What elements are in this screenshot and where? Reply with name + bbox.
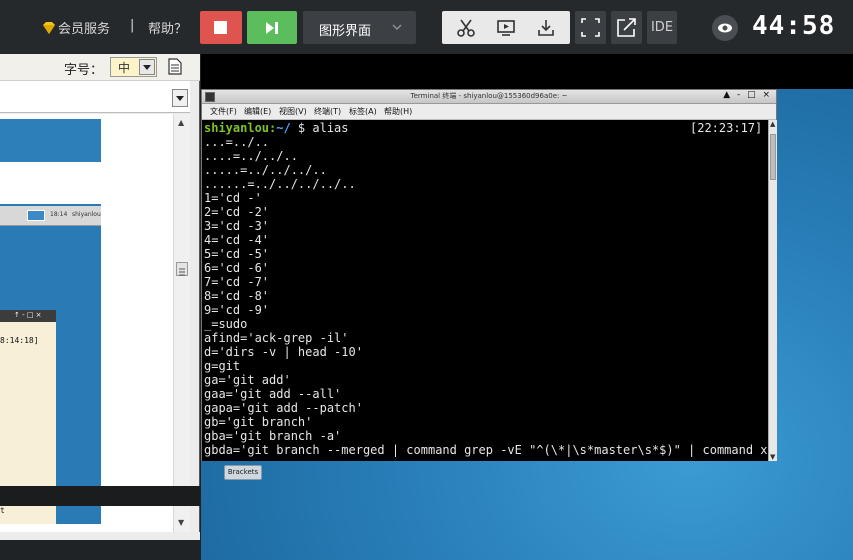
- screenshot-terminal-titlebar: ↑ - □ ×: [0, 310, 56, 322]
- screenshot-window-controls: ↑ - □ ×: [14, 311, 42, 319]
- screenshot-clock: 18:14: [50, 211, 68, 218]
- prompt-time: [22:23:17]: [690, 121, 763, 135]
- fullscreen-button[interactable]: [575, 11, 606, 44]
- document-icon[interactable]: [168, 58, 182, 75]
- menu-edit[interactable]: 编辑(E): [244, 106, 271, 117]
- document-content: 18:14 shiyanlou 8:14:18] t ↑ - □ ×: [0, 114, 173, 532]
- terminal-line: 9='cd -9': [204, 303, 270, 317]
- terminal-title: Terminal 终端 - shiyanlou@155360d96a0e: ~: [410, 92, 568, 100]
- scroll-thumb[interactable]: [176, 262, 188, 276]
- stop-button[interactable]: [200, 11, 242, 44]
- screen-share-icon[interactable]: [496, 18, 516, 38]
- screenshot-terminal-time: 8:14:18]: [0, 336, 39, 345]
- member-service-link[interactable]: 会员服务: [42, 18, 110, 37]
- stop-icon: [214, 21, 227, 34]
- terminal-line: ......=../../../../..: [204, 177, 356, 191]
- menu-tabs[interactable]: 标签(A): [349, 106, 377, 117]
- scroll-up-icon[interactable]: ▲: [770, 120, 775, 128]
- document-toolbar: 字号： 中: [0, 54, 200, 81]
- scroll-thumb[interactable]: [770, 134, 776, 180]
- terminal-line: gb='git branch': [204, 415, 313, 429]
- chapter-select[interactable]: [0, 81, 190, 113]
- menu-help[interactable]: 帮助(H): [384, 106, 412, 117]
- terminal-line: 5='cd -5': [204, 247, 270, 261]
- eye-icon: [718, 23, 732, 33]
- external-link-icon: [617, 18, 636, 37]
- menu-view[interactable]: 视图(V): [279, 106, 307, 117]
- terminal-line: 1='cd -': [204, 191, 262, 205]
- font-size-label: 字号：: [64, 63, 104, 78]
- scroll-up-icon[interactable]: ▲: [178, 118, 184, 127]
- next-button[interactable]: [247, 11, 297, 44]
- terminal-line: gaa='git add --all': [204, 387, 342, 401]
- ide-button[interactable]: IDE: [647, 11, 677, 44]
- visibility-toggle[interactable]: [712, 15, 738, 41]
- terminal-line: 3='cd -3': [204, 219, 270, 233]
- prompt-line: shiyanlou:~/ $ alias: [204, 121, 349, 135]
- terminal-line: 4='cd -4': [204, 233, 270, 247]
- dropdown-arrow-icon: [172, 89, 188, 107]
- terminal-line: ga='git add': [204, 373, 291, 387]
- scroll-down-icon[interactable]: ▼: [178, 518, 184, 527]
- terminal-line: ...=../..: [204, 135, 270, 149]
- terminal-scrollbar[interactable]: ▲ ▼: [768, 120, 777, 461]
- document-bottom-margin: [0, 532, 200, 540]
- terminal-line: _=sudo: [204, 317, 248, 331]
- terminal-menubar: 文件(F) 编辑(E) 视图(V) 终端(T) 标签(A) 帮助(H): [202, 104, 776, 120]
- font-size-value: 中: [118, 61, 131, 75]
- prompt-user: shiyanlou:: [204, 121, 277, 135]
- terminal-line: 8='cd -8': [204, 289, 270, 303]
- view-mode-label: 图形界面: [319, 24, 372, 39]
- diamond-icon: [43, 21, 55, 34]
- clipboard-toolgroup: [442, 11, 570, 44]
- view-mode-select[interactable]: 图形界面: [303, 11, 416, 44]
- toolbar-separator: |: [130, 18, 135, 33]
- download-icon[interactable]: [536, 18, 556, 38]
- screenshot-terminal-text: t: [0, 506, 5, 515]
- document-scrollbar[interactable]: ▲ ▼: [173, 114, 190, 532]
- screenshot-user: shiyanlou: [72, 211, 101, 218]
- window-controls[interactable]: ▲ - □ ×: [723, 90, 772, 100]
- scissors-icon[interactable]: [456, 18, 476, 38]
- dropdown-arrow-icon: [139, 59, 155, 75]
- terminal-titlebar[interactable]: Terminal 终端 - shiyanlou@155360d96a0e: ~ …: [202, 90, 776, 104]
- open-new-window-button[interactable]: [611, 11, 642, 44]
- font-size-select[interactable]: 中: [110, 57, 157, 77]
- terminal-line: gapa='git add --patch': [204, 401, 363, 415]
- terminal-output[interactable]: shiyanlou:~/ $ alias [22:23:17] ...=../.…: [202, 120, 768, 461]
- desktop-top-strip: [201, 54, 853, 89]
- help-link[interactable]: 帮助？: [148, 18, 187, 37]
- scroll-down-icon[interactable]: ▼: [770, 453, 775, 461]
- countdown-timer: 44:58: [752, 11, 836, 41]
- terminal-line: 2='cd -2': [204, 205, 270, 219]
- top-toolbar: 会员服务 | 帮助？ 图形界面 IDE 44:58: [0, 0, 853, 54]
- screenshot-taskbar: 18:14 shiyanlou: [0, 206, 101, 226]
- terminal-line: 6='cd -6': [204, 261, 270, 275]
- chevron-down-icon: [392, 24, 402, 31]
- prompt-path: ~/: [276, 121, 291, 135]
- monitor-icon: [27, 210, 45, 221]
- terminal-line: gba='git branch -a': [204, 429, 342, 443]
- play-next-icon: [266, 22, 278, 34]
- terminal-line: ....=../../..: [204, 149, 298, 163]
- terminal-line: g=git: [204, 359, 241, 373]
- member-service-label: 会员服务: [58, 22, 111, 37]
- menu-terminal[interactable]: 终端(T): [314, 106, 341, 117]
- terminal-line: afind='ack-grep -il': [204, 331, 349, 345]
- fullscreen-icon: [581, 18, 600, 37]
- taskbar-item-brackets[interactable]: Brackets: [224, 465, 262, 480]
- terminal-line: d='dirs -v | head -10': [204, 345, 363, 359]
- document-panel: 字号： 中 18:14 shiyanlou 8:14:18] t ↑ - □ ×…: [0, 54, 200, 540]
- prompt-command: $ alias: [290, 121, 349, 135]
- document-image-block: [0, 119, 101, 162]
- left-footer: [0, 486, 200, 506]
- menu-file[interactable]: 文件(F): [210, 106, 237, 117]
- terminal-line: .....=../../../..: [204, 163, 327, 177]
- terminal-line: 7='cd -7': [204, 275, 270, 289]
- terminal-line: gbda='git branch --merged | command grep…: [204, 443, 768, 457]
- terminal-window[interactable]: Terminal 终端 - shiyanlou@155360d96a0e: ~ …: [201, 89, 777, 461]
